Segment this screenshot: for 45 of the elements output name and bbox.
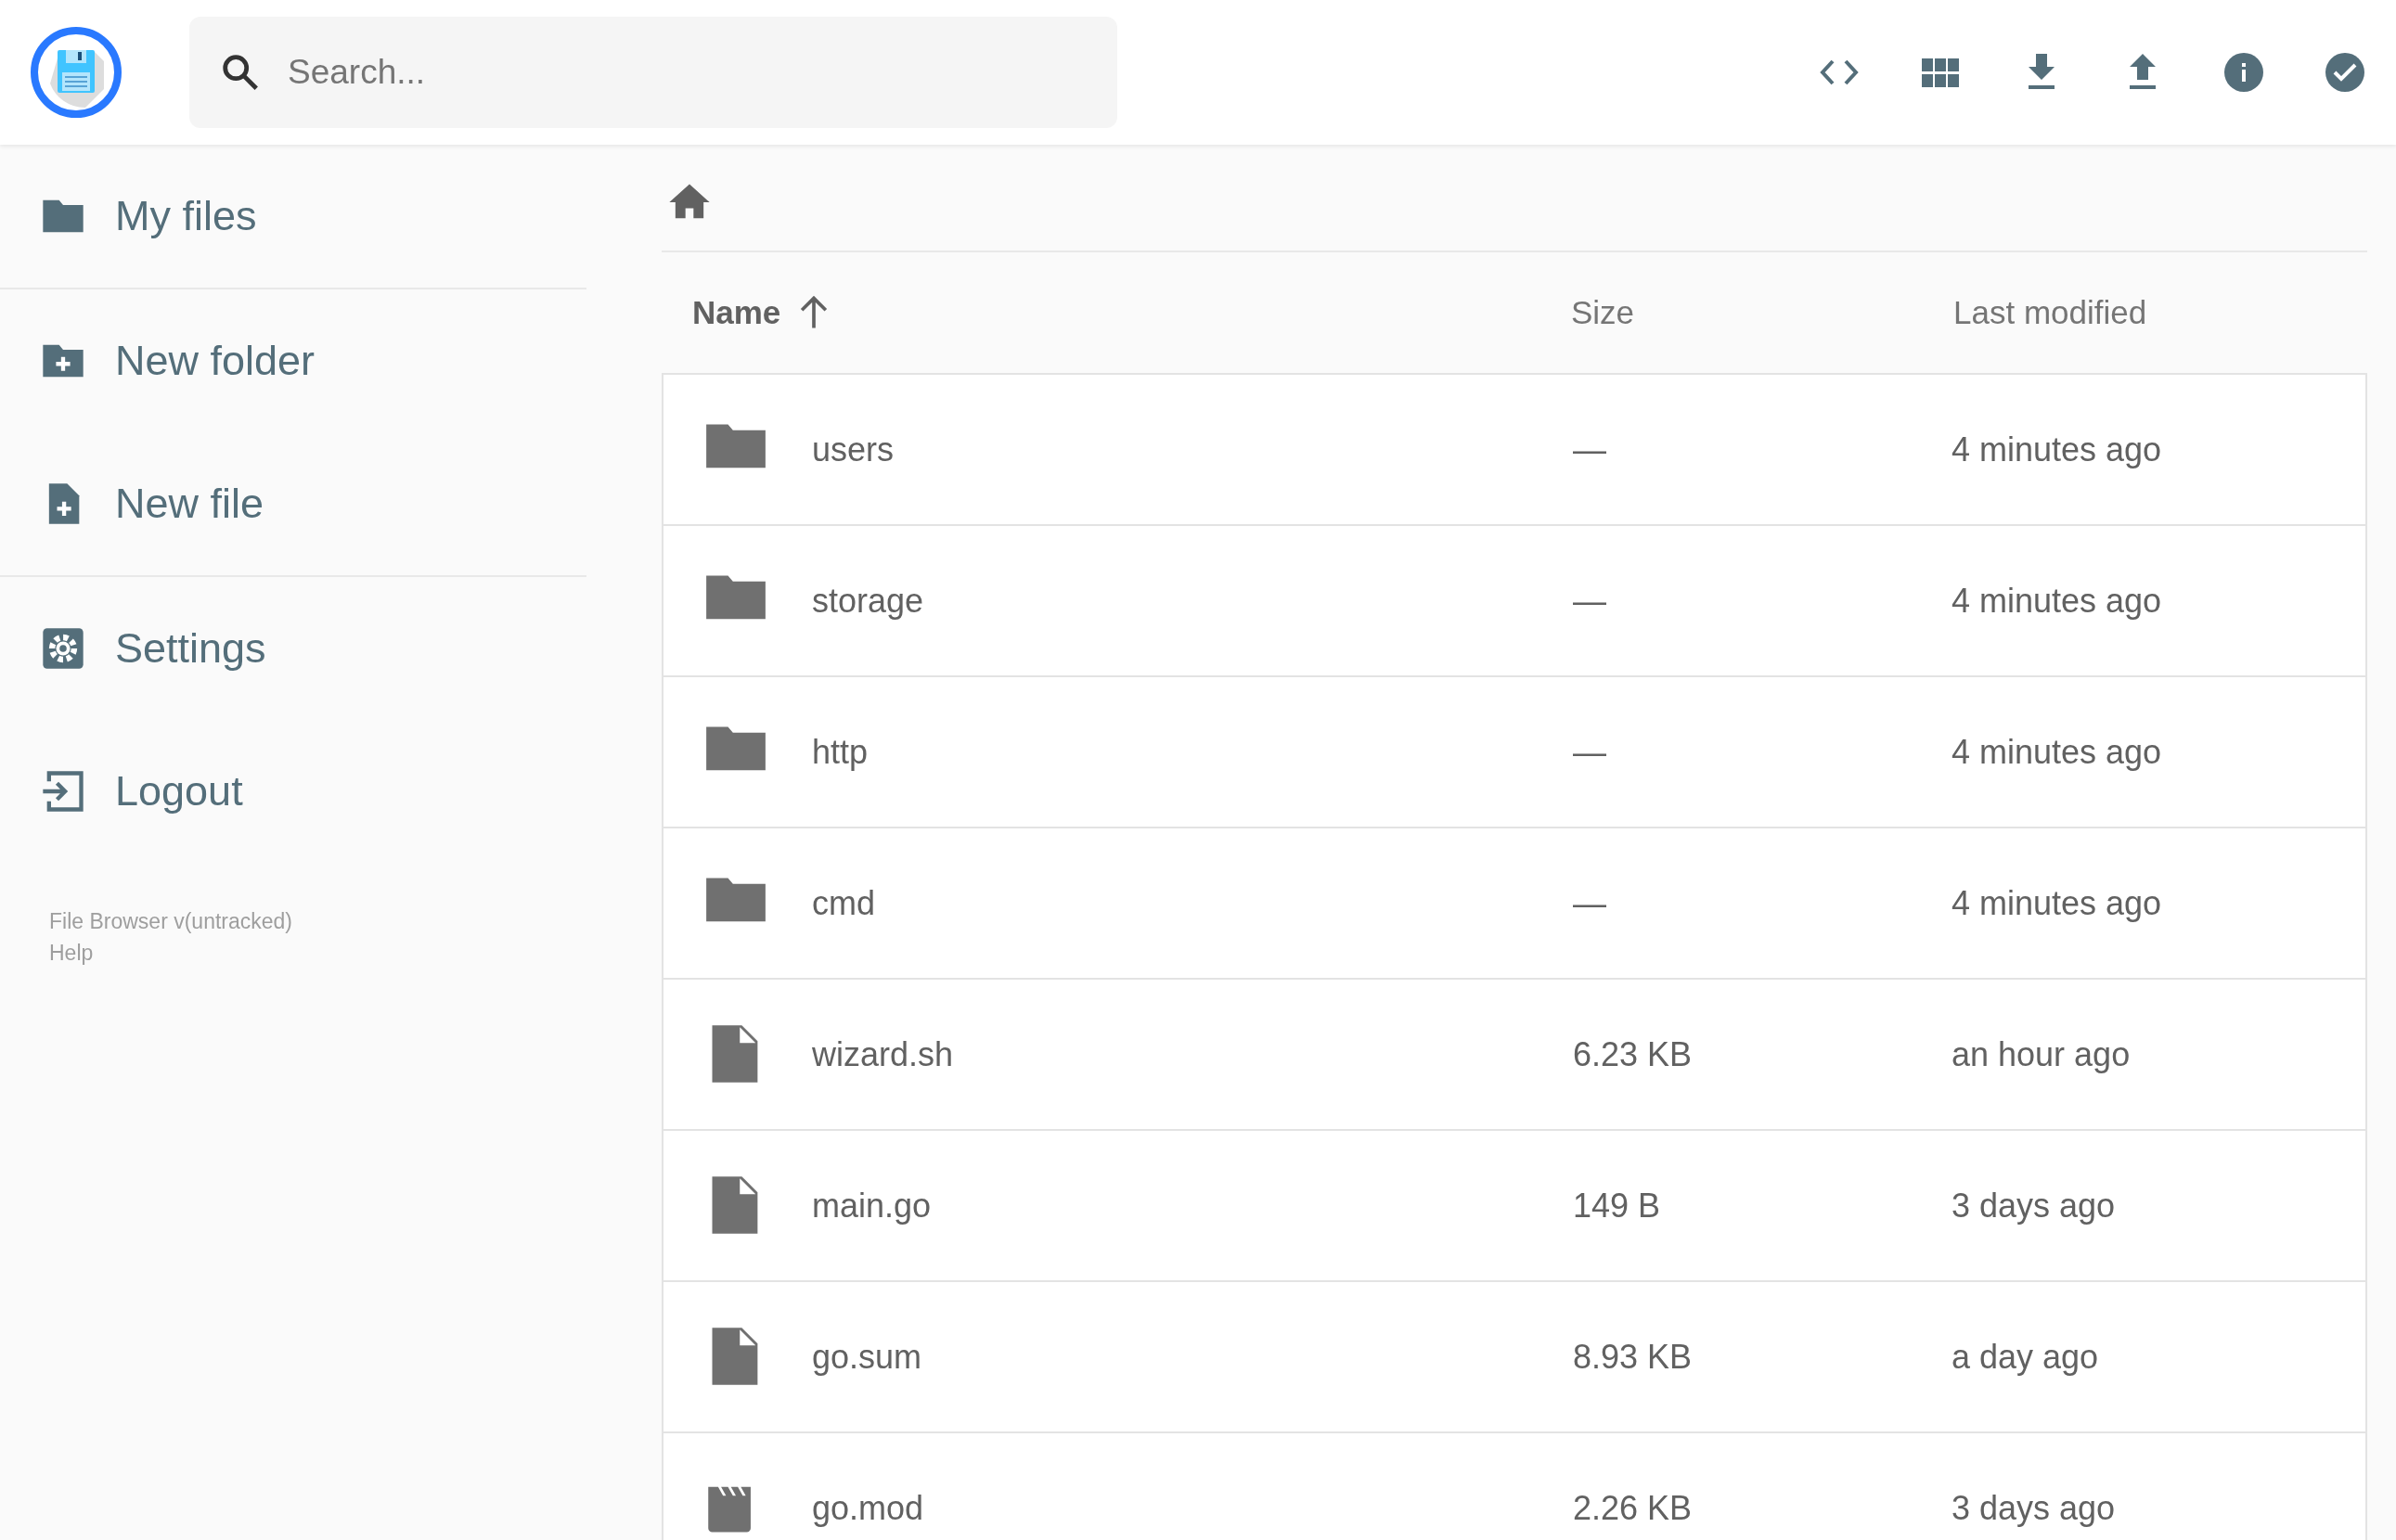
sidebar-item[interactable]: Settings bbox=[115, 624, 266, 673]
modified-time: 3 days ago bbox=[1952, 1186, 2117, 1226]
file-name: go.sum bbox=[812, 1337, 922, 1377]
sidebar-item[interactable]: Logout bbox=[115, 767, 243, 815]
modified-time: 4 minutes ago bbox=[1952, 883, 2163, 923]
file-name: http bbox=[812, 732, 869, 772]
modified-time: 4 minutes ago bbox=[1952, 430, 2163, 469]
file-name: wizard.sh bbox=[812, 1034, 954, 1074]
file-size: 149 B bbox=[1573, 1186, 1662, 1226]
modified-time: 3 days ago bbox=[1952, 1488, 2117, 1528]
file-row[interactable]: users — 4 minutes ago bbox=[663, 375, 2365, 526]
file-size: — bbox=[1573, 883, 1607, 923]
file-name: main.go bbox=[812, 1186, 932, 1226]
file-size: 6.23 KB bbox=[1573, 1034, 1694, 1074]
sidebar-item[interactable]: My files bbox=[115, 192, 257, 240]
version-text: File Browser v(untracked) bbox=[49, 908, 293, 935]
file-name: storage bbox=[812, 581, 924, 621]
file-row[interactable]: wizard.sh 6.23 KB an hour ago bbox=[663, 980, 2365, 1131]
search-bar[interactable]: Search... bbox=[189, 17, 1117, 128]
modified-time: an hour ago bbox=[1952, 1034, 2132, 1074]
file-row[interactable]: http — 4 minutes ago bbox=[663, 677, 2365, 828]
file-row[interactable]: main.go 149 B 3 days ago bbox=[663, 1131, 2365, 1282]
sidebar-item[interactable]: New file bbox=[115, 480, 264, 528]
search-field[interactable]: Search... bbox=[286, 52, 1032, 93]
file-name: go.mod bbox=[812, 1488, 924, 1528]
info-icon bbox=[2222, 50, 2266, 95]
file-size: 2.26 KB bbox=[1573, 1488, 1694, 1528]
file-size: — bbox=[1573, 581, 1607, 621]
column-header[interactable]: Last modified bbox=[1953, 294, 2147, 331]
file-size: 8.93 KB bbox=[1573, 1337, 1694, 1377]
file-name: cmd bbox=[812, 883, 875, 923]
modified-time: 4 minutes ago bbox=[1952, 732, 2163, 772]
modified-time: a day ago bbox=[1952, 1337, 2100, 1377]
file-size: — bbox=[1573, 732, 1607, 772]
file-row[interactable]: cmd — 4 minutes ago bbox=[663, 828, 2365, 980]
file-size: — bbox=[1573, 430, 1607, 469]
column-header[interactable]: Name bbox=[692, 294, 781, 331]
modified-time: 4 minutes ago bbox=[1952, 581, 2163, 621]
sidebar-item[interactable]: New folder bbox=[115, 337, 316, 385]
file-row[interactable]: go.mod 2.26 KB 3 days ago bbox=[663, 1433, 2365, 1540]
check-circle-icon bbox=[2323, 50, 2367, 95]
file-row[interactable]: storage — 4 minutes ago bbox=[663, 526, 2365, 677]
file-name: users bbox=[812, 430, 895, 469]
column-header[interactable]: Size bbox=[1571, 294, 1635, 331]
file-row[interactable]: go.sum 8.93 KB a day ago bbox=[663, 1282, 2365, 1433]
